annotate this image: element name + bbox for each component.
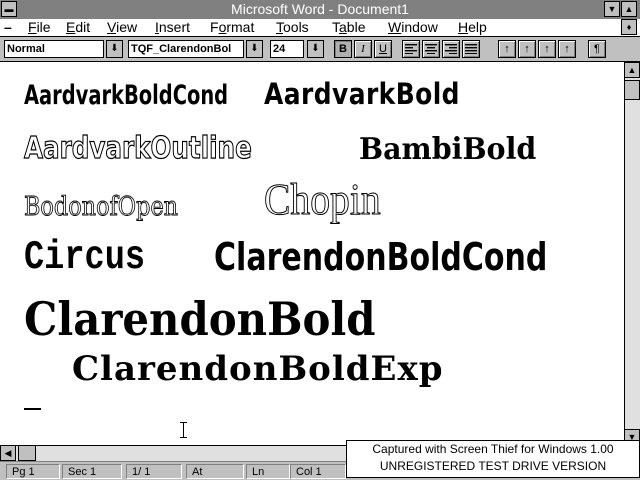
show-paragraph-marks-button[interactable]: ¶ xyxy=(588,40,606,58)
sample-aardvark-bold: AardvarkBold xyxy=(264,77,460,111)
align-left-icon xyxy=(405,44,417,54)
status-col: Col 1 xyxy=(290,464,346,479)
menu-window-rest: indow xyxy=(401,19,438,35)
menu-file-key: F xyxy=(28,19,37,35)
status-at: At xyxy=(186,464,244,479)
size-dropdown-arrow-icon[interactable]: ⬇ xyxy=(307,40,324,58)
menu-insert-rest: nsert xyxy=(158,19,191,35)
end-of-document-mark xyxy=(24,408,41,410)
style-combo[interactable]: Normal xyxy=(4,40,104,58)
sample-clarendon-bold: ClarendonBold xyxy=(24,292,376,346)
sample-bodonof-open: BodonofOpen xyxy=(24,192,179,222)
menu-file[interactable]: File xyxy=(28,19,51,36)
underline-button[interactable]: U xyxy=(374,40,392,58)
sample-clarendon-bold-exp: ClarendonBoldExp xyxy=(72,349,444,389)
center-tab-button[interactable]: ↑ xyxy=(518,40,536,58)
minimize-button[interactable]: ▼ xyxy=(604,1,620,17)
scroll-up-arrow-icon[interactable]: ▲ xyxy=(624,62,640,78)
vertical-scroll-thumb[interactable] xyxy=(624,80,640,100)
sample-aardvark-bold-cond: AardvarkBoldCond xyxy=(24,80,229,111)
menu-edit[interactable]: Edit xyxy=(66,19,90,36)
font-dropdown-arrow-icon[interactable]: ⬇ xyxy=(246,40,263,58)
menu-table-key: a xyxy=(339,19,347,35)
menu-help[interactable]: Help xyxy=(458,19,487,36)
document-control-menu[interactable]: – xyxy=(4,19,12,36)
scroll-left-arrow-icon[interactable]: ◀ xyxy=(0,445,16,461)
italic-button[interactable]: I xyxy=(354,40,372,58)
align-right-icon xyxy=(445,44,457,54)
right-tab-button[interactable]: ↑ xyxy=(538,40,556,58)
decimal-tab-button[interactable]: ↑ xyxy=(558,40,576,58)
menu-view-key: V xyxy=(107,19,117,35)
formatting-toolbar: Normal ⬇ TQF_ClarendonBol ⬇ 24 ⬇ B I U ↑… xyxy=(0,37,640,62)
status-line: Ln xyxy=(246,464,290,479)
size-combo[interactable]: 24 xyxy=(270,40,304,58)
menu-insert[interactable]: Insert xyxy=(155,19,190,36)
menu-help-rest: elp xyxy=(468,19,487,35)
align-left-button[interactable] xyxy=(402,40,420,58)
menu-edit-key: E xyxy=(66,19,76,35)
sample-circus: Circus xyxy=(24,235,146,281)
menu-window-key: W xyxy=(388,19,402,35)
menu-view[interactable]: View xyxy=(107,19,137,36)
style-dropdown-arrow-icon[interactable]: ⬇ xyxy=(106,40,123,58)
justify-button[interactable] xyxy=(462,40,480,58)
window-title: Microsoft Word - Document1 xyxy=(231,1,409,17)
menu-bar: – File Edit View Insert Format Tools Tab… xyxy=(0,19,640,37)
status-page-of: 1/ 1 xyxy=(126,464,182,479)
align-center-button[interactable] xyxy=(422,40,440,58)
menu-tools-rest: ools xyxy=(283,19,309,35)
sample-aardvark-outline: AardvarkOutline xyxy=(24,131,253,166)
align-right-button[interactable] xyxy=(442,40,460,58)
menu-table-rest: ble xyxy=(346,19,366,35)
status-section: Sec 1 xyxy=(62,464,122,479)
capture-watermark: Captured with Screen Thief for Windows 1… xyxy=(346,440,640,478)
align-center-icon xyxy=(425,44,437,54)
mouse-ibeam-bottom xyxy=(180,437,187,438)
menu-file-rest: ile xyxy=(36,19,51,35)
title-bar: ▬ Microsoft Word - Document1 ▼ ▲ xyxy=(0,0,640,19)
bold-button[interactable]: B xyxy=(334,40,352,58)
sample-chopin: Chopin xyxy=(264,175,382,224)
menu-edit-rest: dit xyxy=(75,19,91,35)
menu-table[interactable]: Table xyxy=(332,19,365,36)
menu-tools[interactable]: Tools xyxy=(276,19,309,36)
watermark-line-2: UNREGISTERED TEST DRIVE VERSION xyxy=(379,459,607,473)
maximize-button[interactable]: ▲ xyxy=(621,1,637,17)
menu-format-pre: F xyxy=(210,19,219,35)
menu-help-key: H xyxy=(458,19,469,35)
horizontal-scroll-thumb[interactable] xyxy=(18,445,36,461)
left-tab-button[interactable]: ↑ xyxy=(498,40,516,58)
sample-bambi-bold: BambiBold xyxy=(359,132,537,167)
sample-clarendon-bold-cond: ClarendonBoldCond xyxy=(214,235,548,279)
document-area[interactable]: AardvarkBoldCond AardvarkBold AardvarkOu… xyxy=(0,62,624,445)
mouse-ibeam-top xyxy=(180,422,187,423)
menu-format-rest: rmat xyxy=(226,19,255,35)
justify-icon xyxy=(465,44,477,54)
menu-table-pre: T xyxy=(332,19,339,35)
menu-view-rest: iew xyxy=(116,19,138,35)
menu-format[interactable]: Format xyxy=(210,19,254,36)
status-page: Pg 1 xyxy=(6,464,60,479)
menu-window[interactable]: Window xyxy=(388,19,438,36)
font-combo[interactable]: TQF_ClarendonBol xyxy=(128,40,244,58)
watermark-line-1: Captured with Screen Thief for Windows 1… xyxy=(372,442,614,456)
mouse-ibeam-cursor xyxy=(183,422,184,438)
menu-tools-key: T xyxy=(276,19,283,35)
vertical-scrollbar[interactable]: ▲ ▼ xyxy=(624,62,640,445)
restore-button[interactable]: ♦ xyxy=(621,19,637,35)
